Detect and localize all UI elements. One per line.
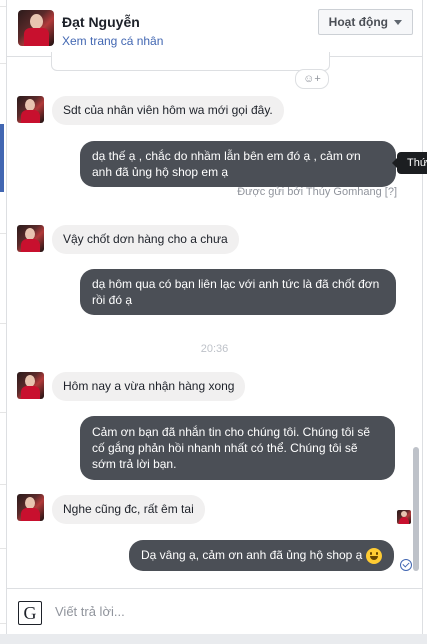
time-separator: 20:36 xyxy=(200,343,229,355)
contact-avatar-small[interactable] xyxy=(17,225,44,252)
outgoing-message[interactable]: Dạ vâng ạ, cảm ơn anh đã ủng hộ shop ạ xyxy=(129,540,395,571)
smiley-emoji-icon xyxy=(366,547,383,564)
incoming-message[interactable]: Hôm nay a vừa nhận hàng xong xyxy=(52,372,246,401)
outgoing-message[interactable]: dạ hôm qua có bạn liên lạc với anh tức l… xyxy=(80,269,396,315)
contact-avatar-small[interactable] xyxy=(17,494,44,521)
seen-avatar xyxy=(397,510,411,524)
contact-name[interactable]: Đạt Nguyễn xyxy=(62,14,140,30)
seen-check-icon xyxy=(400,559,412,571)
timestamp-tooltip: Thứ xyxy=(392,152,427,174)
outgoing-message[interactable]: Cảm ơn bạn đã nhắn tin cho chúng tôi. Ch… xyxy=(80,416,395,480)
view-profile-link[interactable]: Xem trang cá nhân xyxy=(62,34,163,48)
outgoing-message[interactable]: dạ thế ạ , chắc do nhầm lẫn bên em đó ạ … xyxy=(80,141,396,187)
status-label: Hoạt động xyxy=(328,15,388,29)
active-indicator xyxy=(0,124,4,192)
contact-avatar-small[interactable] xyxy=(17,96,44,123)
add-reaction-icon[interactable]: ☺+ xyxy=(295,69,329,89)
chat-header: Đạt Nguyễn Xem trang cá nhân Hoạt động xyxy=(7,0,422,57)
bottom-bar xyxy=(0,634,427,644)
incoming-message[interactable]: Sdt của nhân viên hôm wa mới gọi đây. xyxy=(52,96,284,125)
reply-input[interactable] xyxy=(53,603,397,620)
incoming-message[interactable]: Nghe cũng đc, rất êm tai xyxy=(52,495,205,524)
contact-avatar-small[interactable] xyxy=(17,372,44,399)
sent-by-label: Được gửi bởi Thúy Gomhang [?] xyxy=(237,186,397,198)
composer: G xyxy=(7,588,422,635)
chevron-down-icon xyxy=(394,20,402,26)
scrollbar-thumb[interactable] xyxy=(413,447,419,571)
gif-icon[interactable]: G xyxy=(18,601,42,625)
chat-panel: Đạt Nguyễn Xem trang cá nhân Hoạt động ☺… xyxy=(6,0,423,644)
outgoing-message-text: Dạ vâng ạ, cảm ơn anh đã ủng hộ shop ạ xyxy=(141,548,363,562)
incoming-message[interactable]: Vậy chốt dơn hàng cho a chưa xyxy=(52,225,239,254)
status-dropdown-button[interactable]: Hoạt động xyxy=(317,9,413,35)
contact-avatar[interactable] xyxy=(18,10,54,46)
previous-message-box xyxy=(51,52,330,71)
